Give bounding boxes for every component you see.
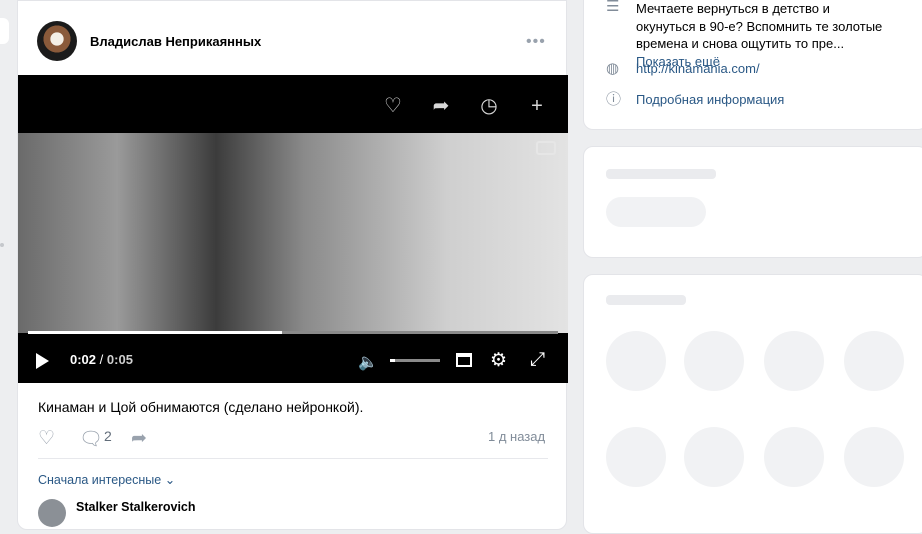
commenter-name[interactable]: Stalker Stalkerovich <box>76 500 196 514</box>
subscriber-avatar[interactable] <box>684 331 744 391</box>
video-progress-bar[interactable] <box>28 331 558 334</box>
comment-icon[interactable]: 🗨 <box>79 427 103 451</box>
current-time: 0:02 <box>70 352 97 367</box>
like-video-icon[interactable]: ♡ <box>380 93 406 119</box>
blurred-subscribers-card <box>583 274 922 534</box>
details-link[interactable]: Подробная информация <box>636 92 784 107</box>
commenter-avatar[interactable] <box>38 499 66 527</box>
volume-fill <box>390 359 395 362</box>
divider <box>38 458 548 459</box>
subscriber-avatar[interactable] <box>844 427 904 487</box>
share-video-icon[interactable]: ➦ <box>428 93 454 119</box>
community-description: Мечтаете вернуться в детство и окунуться… <box>636 0 886 70</box>
comment-sort-dropdown[interactable]: Сначала интересные ⌄ <box>38 472 175 487</box>
add-video-icon[interactable]: + <box>524 93 550 119</box>
share-icon[interactable]: ➦ <box>131 427 147 450</box>
blurred-widget-content <box>606 197 706 227</box>
video-time: 0:02 / 0:05 <box>70 352 133 367</box>
subscriber-avatar[interactable] <box>844 331 904 391</box>
description-icon: ☰ <box>606 0 620 15</box>
post-timestamp[interactable]: 1 д назад <box>488 429 545 444</box>
miniplayer-icon[interactable] <box>456 353 472 367</box>
community-info-card: ☰ Мечтаете вернуться в детство и окунуть… <box>583 0 922 130</box>
blurred-subscribers-title <box>606 295 686 305</box>
video-player[interactable]: ♡ ➦ ◷ + 0:02 / 0:05 🔈 ⚙ ⤢ <box>18 75 568 383</box>
time-separator: / <box>99 352 104 367</box>
globe-icon: ◍ <box>606 60 620 77</box>
comments-count: 2 <box>104 428 112 444</box>
post-card: Владислав Неприкаянных ••• ♡ ➦ ◷ + 0:02 … <box>17 0 568 530</box>
description-text: Мечтаете вернуться в детство и окунуться… <box>636 1 883 51</box>
chevron-down-icon: ⌄ <box>164 473 176 487</box>
subscriber-avatar[interactable] <box>764 331 824 391</box>
blurred-widget-title <box>606 169 716 179</box>
subscriber-avatar[interactable] <box>606 331 666 391</box>
post-caption: Кинаман и Цой обнимаются (сделано нейрон… <box>38 399 364 415</box>
left-nav-dot <box>0 243 4 247</box>
settings-gear-icon[interactable]: ⚙ <box>490 349 507 372</box>
volume-slider[interactable] <box>390 359 440 362</box>
left-nav-stub <box>0 18 9 44</box>
subscriber-avatar[interactable] <box>684 427 744 487</box>
volume-icon[interactable]: 🔈 <box>358 352 378 372</box>
sort-label: Сначала интересные <box>38 473 162 487</box>
subscriber-avatar[interactable] <box>764 427 824 487</box>
post-more-icon[interactable]: ••• <box>526 33 546 51</box>
author-avatar[interactable] <box>37 21 77 61</box>
video-frame[interactable] <box>18 133 568 333</box>
subscriber-avatar[interactable] <box>606 427 666 487</box>
video-camera-icon <box>536 141 556 155</box>
blurred-widget-card <box>583 146 922 258</box>
author-name[interactable]: Владислав Неприкаянных <box>90 34 261 49</box>
play-icon[interactable] <box>36 353 49 369</box>
fullscreen-icon[interactable]: ⤢ <box>530 349 545 371</box>
info-icon: ⓘ <box>606 91 622 108</box>
website-link[interactable]: http://kinamania.com/ <box>636 61 760 76</box>
video-progress-fill <box>28 331 283 334</box>
duration: 0:05 <box>106 352 133 367</box>
like-icon[interactable]: ♡ <box>38 427 55 450</box>
watch-later-icon[interactable]: ◷ <box>476 93 502 119</box>
